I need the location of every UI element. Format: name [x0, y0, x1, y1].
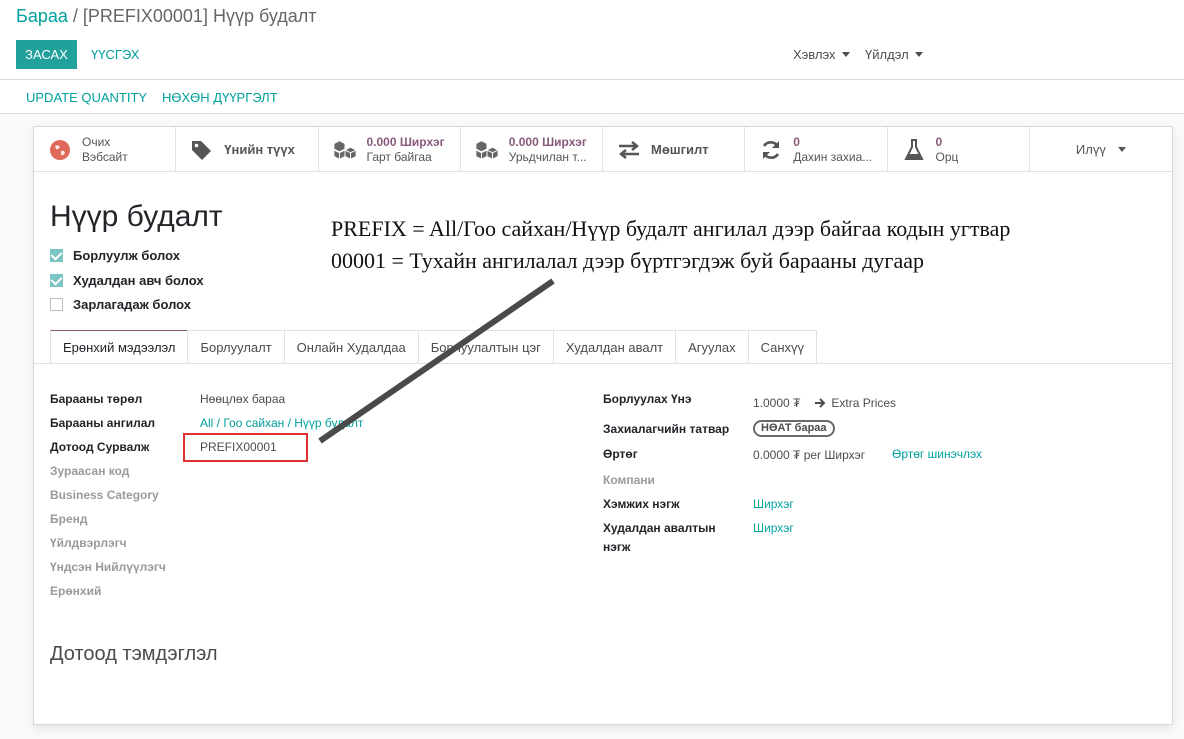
checkbox-checked-icon[interactable]: [50, 274, 63, 287]
smart-button-traceability[interactable]: Мөшгилт: [603, 127, 746, 172]
smart-button-value: 0.000 Ширхэг: [508, 134, 587, 149]
checkbox-empty-icon[interactable]: [50, 298, 63, 311]
refresh-icon: [759, 138, 783, 162]
checkbox-can-be-expensed[interactable]: Зарлагадаж болох: [50, 297, 191, 312]
smart-button-label: Үнийн түүх: [224, 142, 295, 157]
smart-button-value: 0: [793, 134, 800, 149]
replenish-button[interactable]: НӨХӨН ДҮҮРГЭЛТ: [162, 90, 278, 105]
breadcrumb-products-link[interactable]: Бараа: [16, 6, 68, 26]
smart-button-label: Орц: [935, 149, 959, 164]
field-category-link[interactable]: All / Гоо сайхан / Нүүр будалт: [200, 416, 363, 430]
checkbox-label: Худалдан авч болох: [73, 273, 204, 288]
smart-button-bom[interactable]: 0 Орц: [888, 127, 1030, 172]
print-dropdown[interactable]: Хэвлэх: [793, 47, 850, 62]
edit-button[interactable]: ЗАСАХ: [16, 40, 77, 69]
product-name[interactable]: Нүүр будалт: [50, 200, 223, 234]
field-label-brand: Бренд: [50, 512, 88, 526]
action-dropdown[interactable]: Үйлдэл: [865, 47, 923, 62]
breadcrumb-separator: /: [72, 6, 78, 26]
field-label-purchase-uom: Худалдан авалтын: [603, 521, 716, 535]
smart-button-on-hand[interactable]: 0.000 Ширхэг Гарт байгаа: [319, 127, 461, 172]
caret-down-icon: [1117, 147, 1126, 152]
highlight-box: [183, 433, 308, 462]
field-label-product-type: Барааны төрөл: [50, 392, 143, 406]
field-product-type[interactable]: Нөөцлөх бараа: [200, 392, 285, 406]
smart-button-label: Мөшгилт: [651, 142, 709, 157]
field-sales-price: 1.0000 ₮ Extra Prices: [753, 396, 896, 410]
notebook-tabs: Ерөнхий мэдээлэл Борлуулалт Онлайн Худал…: [50, 330, 818, 363]
smart-button-label: Илүү: [1075, 142, 1106, 157]
checkbox-can-be-sold[interactable]: Борлуулж болох: [50, 248, 180, 263]
action-dropdown-label: Үйлдэл: [865, 47, 909, 62]
smart-button-label: Гарт байгаа: [366, 149, 432, 164]
checkbox-can-be-purchased[interactable]: Худалдан авч болох: [50, 273, 204, 288]
field-label-purchase-uom-cont: нэгж: [603, 540, 631, 554]
print-dropdown-label: Хэвлэх: [793, 47, 836, 62]
smart-buttons: Очих Вэбсайт Үнийн түүх 0.000 Ширхэг Гарт …: [34, 127, 1172, 172]
smart-button-value: 0: [935, 134, 943, 149]
checkbox-checked-icon[interactable]: [50, 249, 63, 262]
smart-button-label: Урьдчилан т...: [508, 149, 587, 164]
globe-icon: [48, 138, 72, 162]
breadcrumb: Бараа / [PREFIX00001] Нүүр будалт: [16, 6, 317, 27]
tax-badge: НӨАТ бараа: [753, 420, 835, 437]
chevron-down-icon: [841, 52, 850, 57]
smart-button-forecasted[interactable]: 0.000 Ширхэг Урьдчилан т...: [461, 127, 603, 172]
field-label-category: Барааны ангилал: [50, 416, 156, 430]
field-label-manufacturer: Үйлдвэрлэгч: [50, 536, 127, 550]
cubes-icon: [332, 138, 357, 162]
field-label-barcode: Зураасан код: [50, 464, 130, 478]
form-sheet: Очих Вэбсайт Үнийн түүх 0.000 Ширхэг Гарт …: [33, 126, 1173, 725]
tab-sales[interactable]: Борлуулалт: [187, 330, 285, 363]
smart-button-line2: Вэбсайт: [82, 149, 128, 164]
update-quantity-button[interactable]: UPDATE QUANTITY: [26, 90, 147, 105]
extra-prices-button[interactable]: Extra Prices: [814, 396, 896, 410]
update-cost-button[interactable]: Өртөг шинэчлэх: [892, 447, 982, 461]
chevron-down-icon: [914, 52, 923, 57]
field-label-company: Компани: [603, 473, 655, 487]
field-uom-link[interactable]: Ширхэг: [753, 497, 794, 511]
create-button[interactable]: ҮҮСГЭХ: [91, 47, 139, 62]
field-label-uom: Хэмжих нэгж: [603, 497, 680, 511]
smart-button-label: Дахин захиа...: [793, 149, 873, 164]
exchange-icon: [617, 138, 641, 162]
annotation-text: PREFIX = All/Гоо сайхан/Нүүр будалт анги…: [331, 213, 1010, 277]
tab-point-of-sale[interactable]: Борлуулалтын цэг: [417, 330, 554, 363]
annotation-line-1: PREFIX = All/Гоо сайхан/Нүүр будалт анги…: [331, 216, 1011, 241]
annotation-line-2: 00001 = Тухайн ангилалал дээр бүртгэгдэж…: [331, 248, 924, 273]
field-label-main-supplier: Үндсэн Нийлүүлэгч: [50, 560, 166, 574]
field-label-business-category: Business Category: [50, 488, 159, 502]
tab-ecommerce[interactable]: Онлайн Худалдаа: [283, 330, 419, 363]
tabs-underline: [34, 363, 1172, 364]
flask-icon: [902, 138, 926, 162]
field-label-customer-taxes: Захиалагчийн татвар: [603, 422, 730, 436]
tab-general-info[interactable]: Ерөнхий мэдээлэл: [50, 330, 189, 363]
smart-button-reordering[interactable]: 0 Дахин захиа...: [745, 127, 888, 172]
checkbox-label: Борлуулж болох: [73, 248, 180, 263]
checkbox-label: Зарлагадаж болох: [73, 297, 192, 312]
smart-button-price-history[interactable]: Үнийн түүх: [176, 127, 319, 172]
smart-button-website[interactable]: Очих Вэбсайт: [34, 127, 177, 172]
arrow-right-icon: [815, 398, 826, 408]
internal-notes-title: Дотоод тэмдэглэл: [50, 643, 218, 665]
field-purchase-uom-link[interactable]: Ширхэг: [753, 521, 794, 535]
tab-accounting[interactable]: Санхүү: [747, 330, 818, 363]
field-label-sales-price: Борлуулах Үнэ: [603, 392, 692, 406]
tab-purchase[interactable]: Худалдан авалт: [552, 330, 677, 363]
smart-button-more[interactable]: Илүү: [1030, 127, 1172, 172]
extra-prices-label: Extra Prices: [831, 396, 897, 410]
field-customer-taxes[interactable]: НӨАТ бараа: [753, 420, 835, 437]
tags-icon: [190, 138, 214, 162]
cubes-icon: [475, 138, 499, 162]
smart-button-line1: Очих: [82, 134, 111, 149]
field-label-general: Ерөнхий: [50, 584, 102, 598]
tab-inventory[interactable]: Агуулах: [675, 330, 749, 363]
smart-button-value: 0.000 Ширхэг: [366, 134, 445, 149]
field-cost[interactable]: 0.0000 ₮ per Ширхэг: [753, 448, 865, 462]
divider: [0, 79, 1184, 80]
sales-price-value[interactable]: 1.0000 ₮: [753, 396, 800, 410]
field-label-internal-reference: Дотоод Сурвалж: [50, 440, 150, 454]
breadcrumb-current: [PREFIX00001] Нүүр будалт: [82, 6, 317, 26]
field-label-cost: Өртөг: [603, 447, 638, 461]
